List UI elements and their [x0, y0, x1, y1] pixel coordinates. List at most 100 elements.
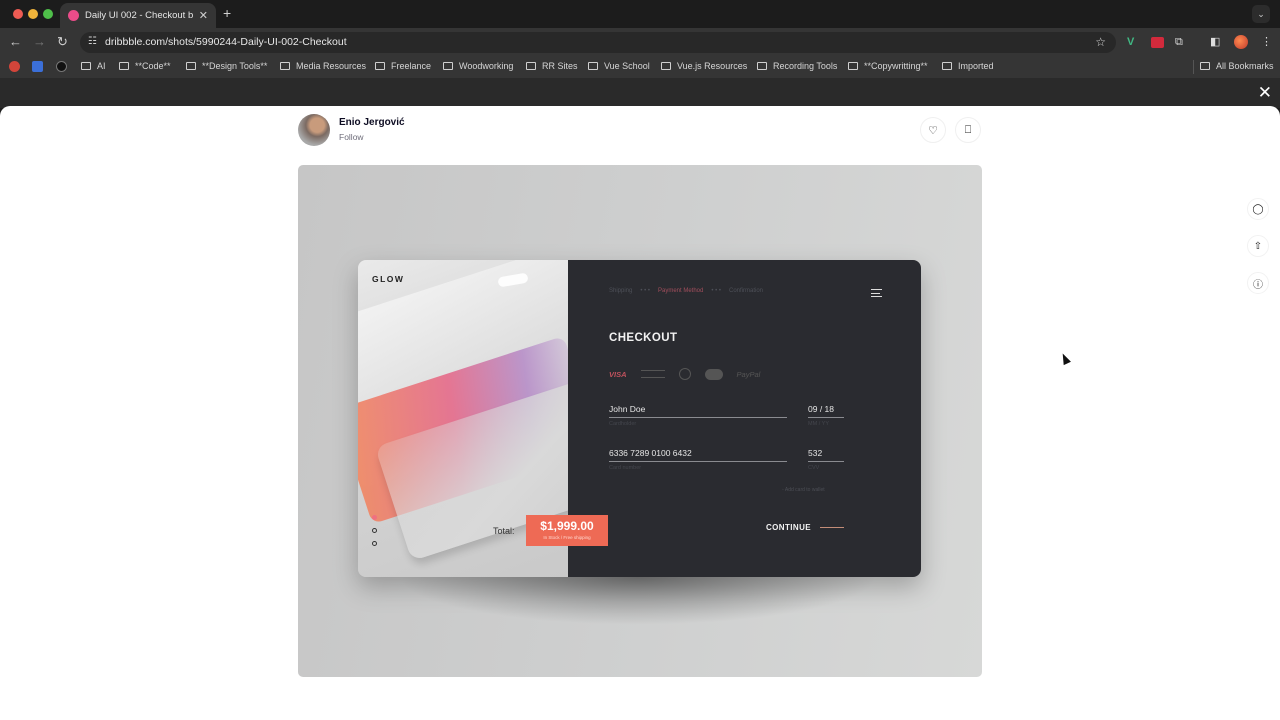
maximize-window-button[interactable]: [43, 9, 53, 19]
bookmark-folder[interactable]: RR Sites: [526, 61, 578, 71]
bookmark-folder[interactable]: Freelance: [375, 61, 431, 71]
price-badge: $1,999.00 In Stock / Free shipping: [526, 515, 608, 546]
cvv-input[interactable]: 532: [808, 448, 844, 462]
extension-icon[interactable]: [1151, 37, 1164, 48]
bookmark-folder[interactable]: AI: [81, 61, 106, 71]
share-button[interactable]: ⇧: [1247, 235, 1269, 257]
continue-button[interactable]: CONTINUE: [766, 523, 844, 532]
vue-devtools-icon[interactable]: V: [1127, 35, 1134, 49]
address-bar[interactable]: ☷ dribbble.com/shots/5990244-Daily-UI-00…: [80, 32, 1116, 53]
bookmark-label: Media Resources: [296, 61, 367, 71]
cvv-field[interactable]: 532 CVV: [808, 448, 844, 471]
bookmark-folder[interactable]: Imported: [942, 61, 994, 71]
more-vertical-icon[interactable]: ⋮: [1261, 35, 1272, 49]
hamburger-menu-icon[interactable]: [871, 289, 882, 300]
follow-link[interactable]: Follow: [339, 132, 364, 142]
bookmark-dropbox-icon[interactable]: [32, 61, 43, 72]
folder-icon: [81, 62, 91, 70]
site-info-icon[interactable]: ☷: [88, 36, 97, 47]
profile-avatar[interactable]: [1234, 35, 1248, 49]
shot-modal: Enio Jergović Follow ♡ ⎕ GLOW Total: Shi…: [0, 106, 1280, 720]
bookmark-label: All Bookmarks: [1216, 61, 1274, 71]
folder-icon: [1200, 62, 1210, 70]
minimize-window-button[interactable]: [28, 9, 38, 19]
slide-dot[interactable]: [372, 541, 377, 546]
expiry-field[interactable]: 09 / 18 MM / YY: [808, 404, 844, 427]
back-icon[interactable]: ←: [9, 34, 22, 50]
bookmark-folder[interactable]: Woodworking: [443, 61, 513, 71]
slide-dot-active[interactable]: [372, 515, 377, 520]
tab-strip: Daily UI 002 - Checkout by E ✕ + ⌄: [0, 0, 1280, 28]
step-payment-method[interactable]: Payment Method: [658, 288, 703, 294]
folder-icon: [848, 62, 858, 70]
cvv-label: CVV: [808, 465, 820, 471]
close-window-button[interactable]: [13, 9, 23, 19]
bookmark-folder[interactable]: **Code**: [119, 61, 171, 71]
expiry-input[interactable]: 09 / 18: [808, 404, 844, 418]
info-button[interactable]: ⓘ: [1247, 272, 1269, 294]
bookmark-app-icon[interactable]: [9, 61, 20, 72]
side-panel-icon[interactable]: ◧: [1210, 35, 1220, 49]
bookmark-label: **Design Tools**: [202, 61, 268, 71]
avatar[interactable]: [298, 114, 330, 146]
save-button[interactable]: ⎕: [955, 117, 981, 143]
brand-logo: GLOW: [372, 274, 405, 284]
step-shipping[interactable]: Shipping: [609, 288, 632, 294]
step-separator: • • •: [640, 288, 650, 294]
bookmark-folder[interactable]: Vue.js Resources: [661, 61, 747, 71]
bookmarks-divider: [1193, 60, 1194, 74]
amex-icon[interactable]: [640, 370, 665, 378]
diners-club-icon[interactable]: [678, 368, 691, 380]
share-icon: ⇧: [1253, 240, 1263, 252]
reload-icon[interactable]: ↻: [57, 34, 68, 50]
forward-icon[interactable]: →: [33, 34, 46, 50]
slide-indicator: [372, 515, 377, 554]
bookmark-label: Imported: [958, 61, 994, 71]
step-separator: • • •: [711, 288, 721, 294]
bookmark-folder[interactable]: Vue School: [588, 61, 650, 71]
cardholder-label: Cardholder: [609, 421, 637, 427]
all-bookmarks[interactable]: All Bookmarks: [1200, 61, 1274, 71]
payment-panel: Shipping • • • Payment Method • • • Conf…: [568, 260, 921, 577]
card-number-input[interactable]: 6336 7289 0100 6432: [609, 448, 787, 462]
cardholder-input[interactable]: John Doe: [609, 404, 787, 418]
tab-title: Daily UI 002 - Checkout by E: [85, 10, 193, 21]
tab-search-button[interactable]: ⌄: [1252, 5, 1270, 23]
total-label: Total:: [493, 526, 515, 536]
bookmark-star-icon[interactable]: ☆: [1095, 35, 1106, 49]
bookmark-app2-icon[interactable]: [56, 61, 67, 72]
step-confirmation[interactable]: Confirmation: [729, 288, 763, 294]
bookmark-folder[interactable]: Media Resources: [280, 61, 366, 71]
close-icon[interactable]: ✕: [1258, 84, 1272, 102]
bookmark-icon: ⎕: [964, 123, 972, 136]
bookmark-label: **Copywritting**: [864, 61, 928, 71]
modal-backdrop[interactable]: [0, 78, 1280, 108]
paypal-icon[interactable]: PayPal: [737, 370, 761, 379]
card-number-field[interactable]: 6336 7289 0100 6432 Card number: [609, 448, 787, 471]
url-text[interactable]: dribbble.com/shots/5990244-Daily-UI-002-…: [105, 36, 347, 48]
cardholder-field[interactable]: John Doe Cardholder: [609, 404, 787, 427]
bookmark-folder[interactable]: **Design Tools**: [186, 61, 267, 71]
mastercard-icon[interactable]: [704, 368, 723, 380]
bookmark-folder[interactable]: Recording Tools: [757, 61, 837, 71]
bookmarks-bar: AI **Code** **Design Tools** Media Resou…: [0, 56, 1280, 78]
visa-icon[interactable]: VISA: [609, 370, 627, 379]
comment-button[interactable]: ◯: [1247, 198, 1269, 220]
tab-active[interactable]: Daily UI 002 - Checkout by E ✕: [60, 3, 216, 28]
new-tab-button[interactable]: +: [223, 5, 231, 21]
folder-icon: [186, 62, 196, 70]
folder-icon: [661, 62, 671, 70]
like-button[interactable]: ♡: [920, 117, 946, 143]
price: $1,999.00: [540, 519, 594, 533]
checkout-title: CHECKOUT: [609, 332, 678, 344]
tab-close-icon[interactable]: ✕: [199, 9, 208, 22]
save-card-option[interactable]: ◦ Add card to wallet: [782, 487, 825, 493]
author-name[interactable]: Enio Jergović: [339, 117, 405, 128]
folder-icon: [588, 62, 598, 70]
slide-dot[interactable]: [372, 528, 377, 533]
bookmark-folder[interactable]: **Copywritting**: [848, 61, 928, 71]
folder-icon: [757, 62, 767, 70]
comment-icon: ◯: [1252, 203, 1264, 215]
folder-icon: [375, 62, 385, 70]
extensions-puzzle-icon[interactable]: ⧉: [1175, 35, 1183, 49]
